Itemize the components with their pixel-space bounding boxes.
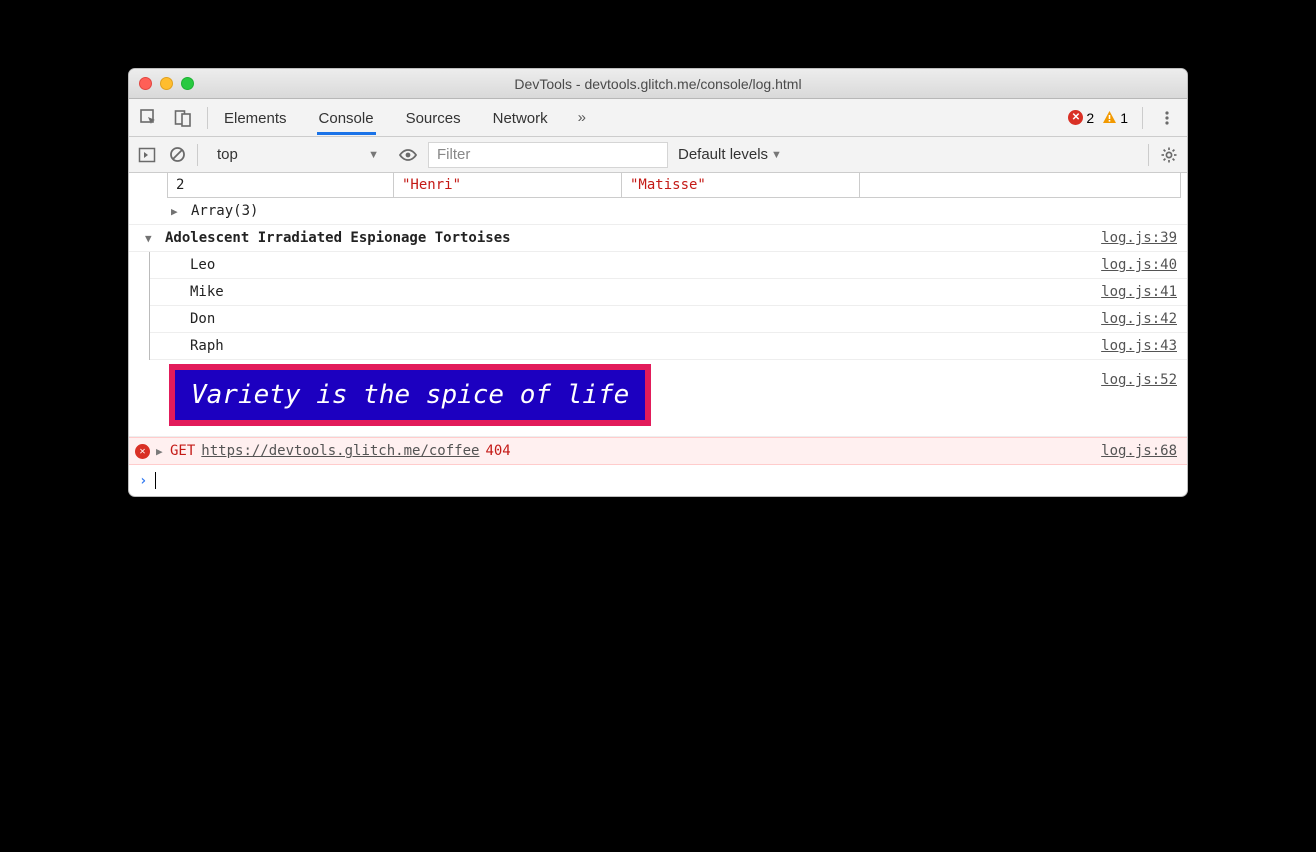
text-cursor <box>155 472 156 489</box>
log-text: Mike <box>190 284 224 300</box>
http-status: 404 <box>485 443 510 459</box>
console-settings-icon[interactable] <box>1159 145 1179 165</box>
warning-icon <box>1102 110 1117 125</box>
log-text: Don <box>190 311 215 327</box>
separator <box>197 144 198 166</box>
http-method: GET <box>170 443 195 459</box>
log-entry: Mike log.js:41 <box>150 279 1187 306</box>
warning-count[interactable]: 1 <box>1102 110 1128 126</box>
tab-elements[interactable]: Elements <box>222 101 289 135</box>
table-cell-first: "Henri" <box>394 173 622 197</box>
console-toolbar: top ▼ Filter Default levels ▼ <box>129 137 1187 173</box>
error-count[interactable]: ✕ 2 <box>1068 110 1094 126</box>
separator <box>1142 107 1143 129</box>
chevron-down-icon: ▼ <box>368 149 379 161</box>
chevron-down-icon: ▼ <box>771 149 782 161</box>
devtools-tabbar: Elements Console Sources Network » ✕ 2 1 <box>129 99 1187 137</box>
source-link[interactable]: log.js:43 <box>1101 338 1177 354</box>
inspect-element-icon[interactable] <box>139 108 159 128</box>
levels-label: Default levels <box>678 146 768 163</box>
log-entry: Don log.js:42 <box>150 306 1187 333</box>
network-error-row[interactable]: ✕ ▶ GET https://devtools.glitch.me/coffe… <box>129 437 1187 465</box>
window-title: DevTools - devtools.glitch.me/console/lo… <box>129 76 1187 92</box>
source-link[interactable]: log.js:41 <box>1101 284 1177 300</box>
array-summary-text: Array(3) <box>191 203 258 219</box>
filter-placeholder: Filter <box>437 146 470 163</box>
table-row: 2 "Henri" "Matisse" <box>167 173 1181 198</box>
table-cell-empty <box>860 173 1180 197</box>
tab-console[interactable]: Console <box>317 101 376 135</box>
expand-arrow-icon[interactable]: ▶ <box>171 205 185 218</box>
panel-tabs: Elements Console Sources Network » <box>222 101 1054 135</box>
tabs-overflow[interactable]: » <box>578 109 586 126</box>
source-link[interactable]: log.js:39 <box>1101 230 1177 246</box>
log-text: Leo <box>190 257 215 273</box>
log-text: Raph <box>190 338 224 354</box>
context-value: top <box>217 146 238 163</box>
log-entry: Leo log.js:40 <box>150 252 1187 279</box>
separator <box>207 107 208 129</box>
array-summary-row[interactable]: ▶ Array(3) <box>129 198 1187 225</box>
group-title: Adolescent Irradiated Espionage Tortoise… <box>165 230 511 246</box>
window-titlebar: DevTools - devtools.glitch.me/console/lo… <box>129 69 1187 99</box>
separator <box>1148 144 1149 166</box>
toggle-sidebar-icon[interactable] <box>137 145 157 165</box>
table-cell-index: 2 <box>168 173 394 197</box>
warning-count-value: 1 <box>1120 110 1128 126</box>
error-url[interactable]: https://devtools.glitch.me/coffee <box>201 443 479 459</box>
tab-network[interactable]: Network <box>491 101 550 135</box>
console-group-header[interactable]: ▼ Adolescent Irradiated Espionage Tortoi… <box>129 225 1187 252</box>
source-link[interactable]: log.js:42 <box>1101 311 1177 327</box>
filter-input[interactable]: Filter <box>428 142 668 168</box>
source-link[interactable]: log.js:52 <box>1101 364 1177 426</box>
table-cell-last: "Matisse" <box>622 173 860 197</box>
expand-arrow-icon[interactable]: ▶ <box>156 445 170 458</box>
kebab-menu-icon[interactable] <box>1157 108 1177 128</box>
devtools-window: DevTools - devtools.glitch.me/console/lo… <box>128 68 1188 497</box>
issue-counters[interactable]: ✕ 2 1 <box>1068 110 1128 126</box>
log-levels-selector[interactable]: Default levels ▼ <box>678 146 782 163</box>
tab-sources[interactable]: Sources <box>404 101 463 135</box>
live-expression-icon[interactable] <box>398 145 418 165</box>
console-output: 2 "Henri" "Matisse" ▶ Array(3) ▼ Adolesc… <box>129 173 1187 496</box>
clear-console-icon[interactable] <box>167 145 187 165</box>
collapse-arrow-icon[interactable]: ▼ <box>145 232 159 245</box>
error-icon: ✕ <box>135 444 150 459</box>
log-entry: Raph log.js:43 <box>150 333 1187 360</box>
styled-log-row: Variety is the spice of life log.js:52 <box>129 360 1187 437</box>
error-count-value: 2 <box>1086 110 1094 126</box>
source-link[interactable]: log.js:68 <box>1101 443 1177 459</box>
context-selector[interactable]: top ▼ <box>208 142 388 168</box>
prompt-chevron-icon: › <box>139 473 147 489</box>
styled-log-text: Variety is the spice of life <box>169 364 651 426</box>
console-prompt[interactable]: › <box>129 465 1187 496</box>
source-link[interactable]: log.js:40 <box>1101 257 1177 273</box>
device-toolbar-icon[interactable] <box>173 108 193 128</box>
error-icon: ✕ <box>1068 110 1083 125</box>
console-group-body: Leo log.js:40 Mike log.js:41 Don log.js:… <box>149 252 1187 360</box>
